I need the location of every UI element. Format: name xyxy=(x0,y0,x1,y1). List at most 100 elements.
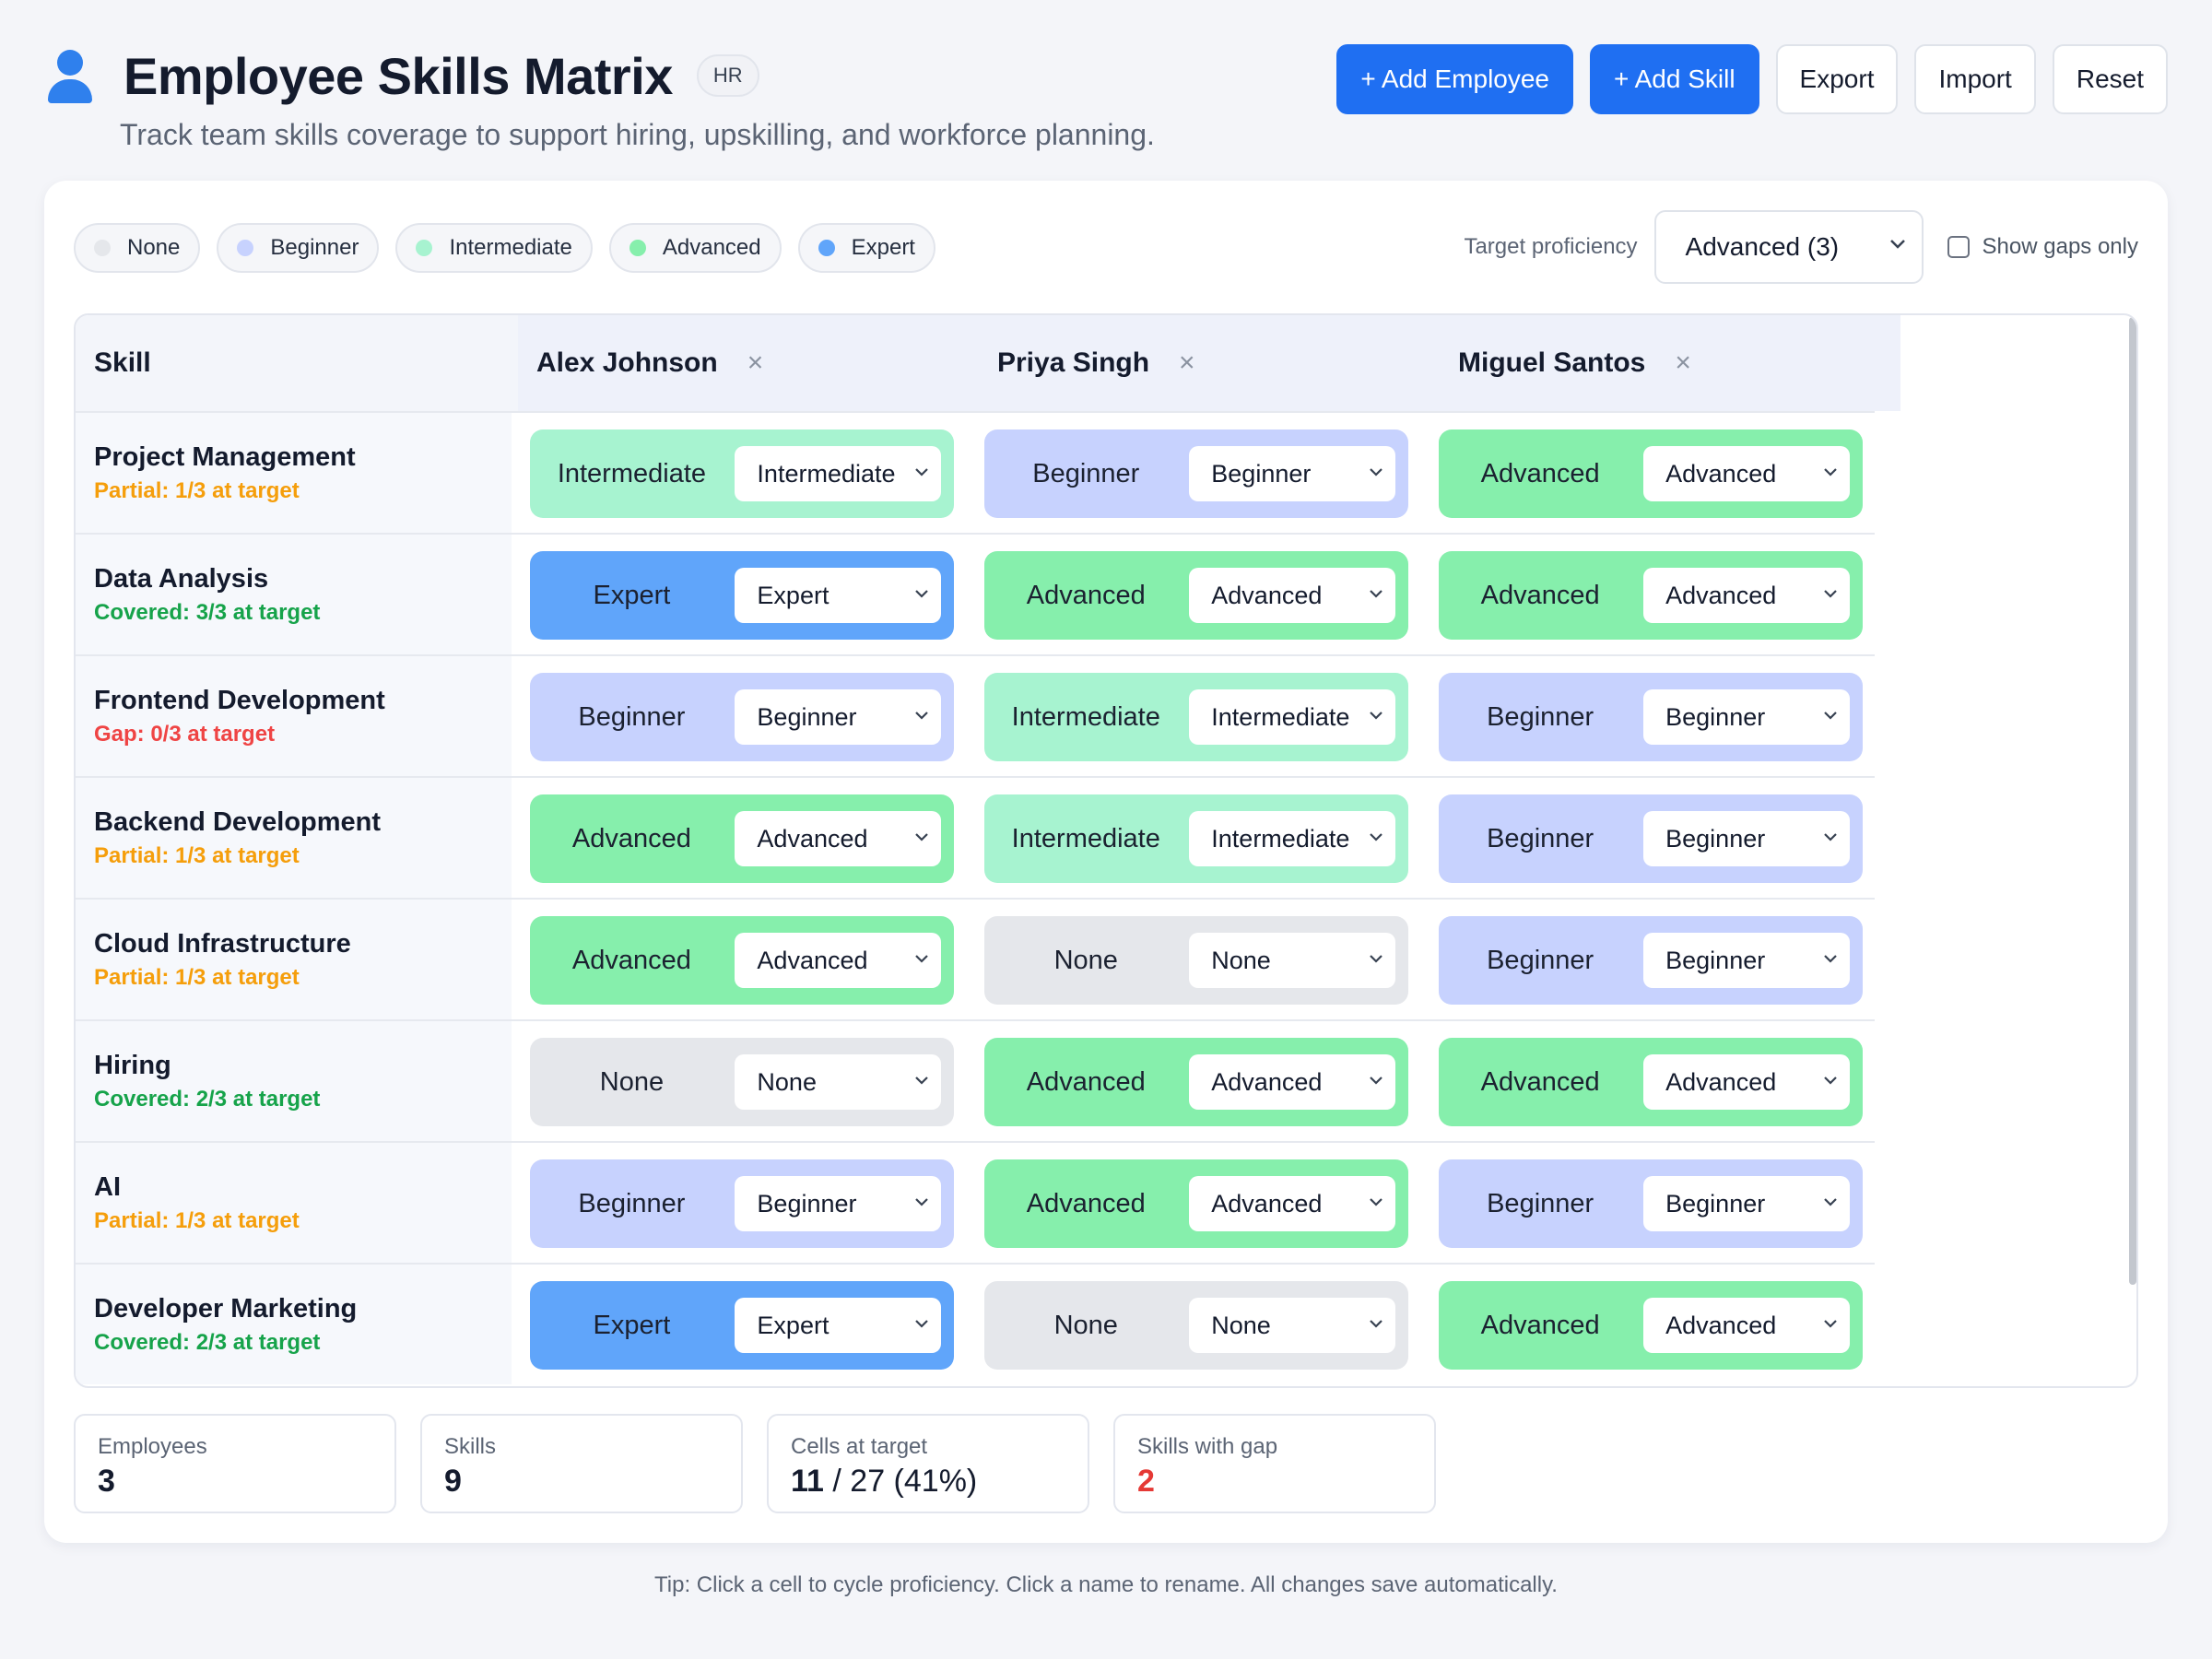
remove-employee-icon[interactable]: × xyxy=(747,347,764,379)
proficiency-pill[interactable]: Advanced Advanced xyxy=(984,1159,1409,1248)
skill-name[interactable]: Project Management xyxy=(94,442,512,473)
skill-name[interactable]: Cloud Infrastructure xyxy=(94,929,512,959)
proficiency-select[interactable]: Advanced xyxy=(1189,1176,1396,1231)
proficiency-cell: Advanced Advanced xyxy=(966,535,1420,654)
proficiency-select[interactable]: Beginner xyxy=(735,689,942,745)
skill-cell[interactable]: Cloud Infrastructure Partial: 1/3 at targ… xyxy=(76,900,512,1019)
proficiency-select[interactable]: Beginner xyxy=(1643,689,1851,745)
employee-name[interactable]: Alex Johnson xyxy=(536,347,718,379)
proficiency-pill[interactable]: Expert Expert xyxy=(530,1281,955,1370)
import-button[interactable]: Import xyxy=(1914,44,2036,114)
proficiency-cell: Advanced Advanced xyxy=(512,778,966,898)
skill-name[interactable]: Developer Marketing xyxy=(94,1294,512,1324)
skill-cell[interactable]: Developer Marketing Covered: 2/3 at targe… xyxy=(76,1265,512,1384)
skill-cell[interactable]: Hiring Covered: 2/3 at target xyxy=(76,1021,512,1141)
stat-value: 9 xyxy=(444,1464,462,1499)
proficiency-pill[interactable]: Advanced Advanced xyxy=(530,794,955,883)
legend-chip-advanced: Advanced xyxy=(608,223,782,273)
employee-name[interactable]: Priya Singh xyxy=(997,347,1149,379)
legend-chip-none: None xyxy=(74,223,201,273)
proficiency-select[interactable]: Advanced xyxy=(1643,446,1851,501)
proficiency-select[interactable]: Advanced xyxy=(1643,1054,1851,1110)
proficiency-pill[interactable]: Intermediate Intermediate xyxy=(530,429,955,518)
remove-employee-icon[interactable]: × xyxy=(1179,347,1195,379)
proficiency-select[interactable]: Intermediate xyxy=(735,446,942,501)
proficiency-select[interactable]: Advanced xyxy=(735,933,942,988)
proficiency-select[interactable]: None xyxy=(1189,933,1396,988)
proficiency-pill[interactable]: None None xyxy=(984,916,1409,1005)
department-badge: HR xyxy=(696,54,759,97)
proficiency-select[interactable]: Advanced xyxy=(1189,1054,1396,1110)
skill-name[interactable]: Backend Development xyxy=(94,807,512,838)
proficiency-pill[interactable]: Beginner Beginner xyxy=(530,1159,955,1248)
skill-cell[interactable]: Backend Development Partial: 1/3 at targe… xyxy=(76,778,512,898)
proficiency-select[interactable]: Beginner xyxy=(1643,933,1851,988)
remove-employee-icon[interactable]: × xyxy=(1675,347,1691,379)
proficiency-pill[interactable]: Advanced Advanced xyxy=(1439,1281,1864,1370)
proficiency-label: Beginner xyxy=(1487,823,1594,853)
proficiency-cell: Intermediate Intermediate xyxy=(966,778,1420,898)
proficiency-select[interactable]: Beginner xyxy=(1643,1176,1851,1231)
proficiency-select-value: Beginner xyxy=(1211,459,1312,488)
proficiency-select[interactable]: Intermediate xyxy=(1189,689,1396,745)
proficiency-pill[interactable]: Advanced Advanced xyxy=(1439,551,1864,640)
skill-name[interactable]: Frontend Development xyxy=(94,686,512,716)
proficiency-select[interactable]: Expert xyxy=(735,1298,942,1353)
proficiency-select[interactable]: Intermediate xyxy=(1189,811,1396,866)
proficiency-pill[interactable]: Beginner Beginner xyxy=(1439,1159,1864,1248)
skill-name[interactable]: AI xyxy=(94,1172,512,1203)
proficiency-select[interactable]: Advanced xyxy=(735,811,942,866)
proficiency-pill[interactable]: Expert Expert xyxy=(530,551,955,640)
skill-name[interactable]: Hiring xyxy=(94,1051,512,1081)
proficiency-select[interactable]: Advanced xyxy=(1643,568,1851,623)
reset-button[interactable]: Reset xyxy=(2052,44,2168,114)
employee-header[interactable]: Miguel Santos × xyxy=(1440,315,1900,411)
export-button[interactable]: Export xyxy=(1775,44,1899,114)
proficiency-cell: Beginner Beginner xyxy=(1420,900,1875,1019)
skill-cell[interactable]: Data Analysis Covered: 3/3 at target xyxy=(76,535,512,654)
proficiency-pill[interactable]: Intermediate Intermediate xyxy=(984,794,1409,883)
proficiency-pill[interactable]: Beginner Beginner xyxy=(1439,673,1864,761)
stat-value: 11 / 27 (41%) xyxy=(791,1464,1065,1500)
proficiency-pill[interactable]: None None xyxy=(530,1038,955,1126)
add-employee-button[interactable]: + Add Employee xyxy=(1336,44,1574,114)
skill-cell[interactable]: AI Partial: 1/3 at target xyxy=(76,1143,512,1263)
proficiency-label: Advanced xyxy=(1480,1066,1600,1097)
proficiency-select[interactable]: Beginner xyxy=(1189,446,1396,501)
skill-name[interactable]: Data Analysis xyxy=(94,564,512,594)
proficiency-select[interactable]: Beginner xyxy=(1643,811,1851,866)
proficiency-pill[interactable]: Advanced Advanced xyxy=(984,551,1409,640)
table-header: Skill Alex Johnson × Priya Singh × Migue… xyxy=(76,315,1900,411)
chevron-down-icon xyxy=(915,833,929,841)
proficiency-select[interactable]: Expert xyxy=(735,568,942,623)
proficiency-select[interactable]: Advanced xyxy=(1643,1298,1851,1353)
proficiency-select[interactable]: Beginner xyxy=(735,1176,942,1231)
skill-cell[interactable]: Project Management Partial: 1/3 at target xyxy=(76,413,512,533)
proficiency-pill[interactable]: Beginner Beginner xyxy=(1439,794,1864,883)
proficiency-cell: Beginner Beginner xyxy=(512,656,966,776)
table-scrollbar[interactable] xyxy=(2129,317,2136,1285)
proficiency-select[interactable]: None xyxy=(735,1054,942,1110)
proficiency-pill[interactable]: Advanced Advanced xyxy=(1439,429,1864,518)
proficiency-select[interactable]: None xyxy=(1189,1298,1396,1353)
target-proficiency-select[interactable]: Advanced (3) xyxy=(1653,210,1924,284)
proficiency-select[interactable]: Advanced xyxy=(1189,568,1396,623)
show-gaps-toggle[interactable]: Show gaps only xyxy=(1947,234,2138,260)
proficiency-pill[interactable]: Intermediate Intermediate xyxy=(984,673,1409,761)
employee-header[interactable]: Priya Singh × xyxy=(979,315,1440,411)
employee-header[interactable]: Alex Johnson × xyxy=(518,315,979,411)
proficiency-pill[interactable]: Advanced Advanced xyxy=(984,1038,1409,1126)
employee-name[interactable]: Miguel Santos xyxy=(1458,347,1645,379)
proficiency-pill[interactable]: Beginner Beginner xyxy=(1439,916,1864,1005)
proficiency-pill[interactable]: Beginner Beginner xyxy=(530,673,955,761)
skill-cell[interactable]: Frontend Development Gap: 0/3 at target xyxy=(76,656,512,776)
proficiency-pill[interactable]: Advanced Advanced xyxy=(1439,1038,1864,1126)
proficiency-pill[interactable]: None None xyxy=(984,1281,1409,1370)
show-gaps-checkbox[interactable] xyxy=(1947,236,1970,258)
proficiency-cell: Advanced Advanced xyxy=(1420,535,1875,654)
proficiency-pill[interactable]: Advanced Advanced xyxy=(530,916,955,1005)
stat-value: 2 xyxy=(1137,1464,1155,1499)
proficiency-pill[interactable]: Beginner Beginner xyxy=(984,429,1409,518)
proficiency-select-value: Intermediate xyxy=(757,459,896,488)
add-skill-button[interactable]: + Add Skill xyxy=(1590,44,1759,114)
